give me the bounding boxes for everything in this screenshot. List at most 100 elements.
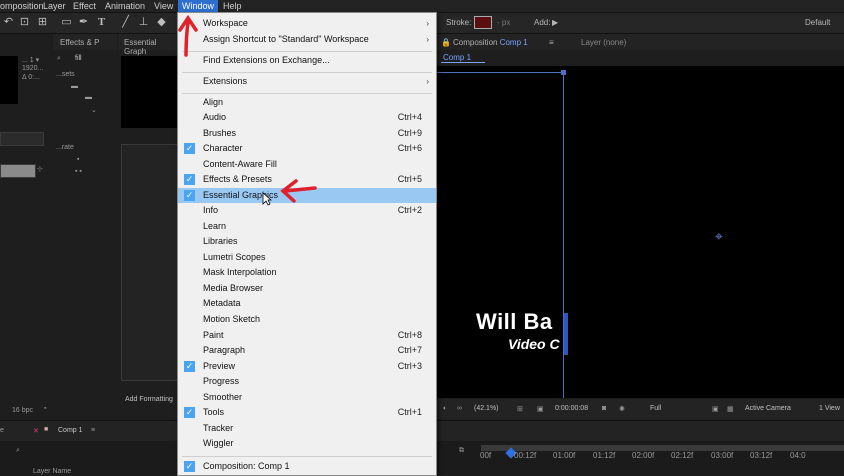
menu-animation[interactable]: Animation — [105, 1, 145, 11]
lock-icon[interactable]: 🔒 — [441, 38, 451, 47]
ruler-tick: 04:0 — [790, 451, 806, 460]
checkmark-icon: ✓ — [184, 461, 195, 472]
menu-item-libraries[interactable]: Libraries — [178, 234, 436, 249]
project-item-selected[interactable] — [0, 164, 36, 178]
menu-item-wiggler[interactable]: Wiggler — [178, 436, 436, 451]
comp-bounds-handle[interactable] — [561, 70, 566, 75]
chevron-down-icon[interactable]: ⌄ — [91, 106, 97, 114]
hamburger-icon[interactable]: ≡ — [549, 38, 554, 47]
tab-essential-graphics[interactable]: Essential Graph — [124, 38, 178, 56]
camera-tool-icon[interactable]: ⊡ — [18, 16, 31, 29]
resolution-dropdown[interactable]: Full — [650, 405, 661, 412]
flowchart-icon[interactable]: ⊹ — [37, 165, 43, 173]
view-layout-dropdown[interactable]: 1 View — [819, 405, 840, 412]
menu-window[interactable]: Window — [178, 0, 219, 12]
menu-item-shortcut: Ctrl+8 — [397, 330, 422, 340]
menu-item-character[interactable]: ✓ Character Ctrl+6 — [178, 141, 436, 156]
presets-folder[interactable]: ...sets — [56, 71, 75, 78]
menu-layer[interactable]: Layer — [43, 1, 66, 11]
menu-item-brushes[interactable]: Brushes Ctrl+9 — [178, 126, 436, 141]
type-tool-icon[interactable]: T — [95, 16, 108, 29]
comp-subtitle-text[interactable]: Video C — [508, 336, 560, 352]
menu-item-audio[interactable]: Audio Ctrl+4 — [178, 110, 436, 125]
brush-tool-icon[interactable]: ╱ — [119, 16, 132, 29]
menu-item-label: Paragraph — [203, 345, 246, 355]
menu-item-composition-comp-1[interactable]: ✓ Composition: Comp 1 — [178, 459, 436, 474]
menu-item-media-browser[interactable]: Media Browser — [178, 281, 436, 296]
pen-tool-icon[interactable]: ✒ — [77, 16, 90, 29]
menu-item-lumetri-scopes[interactable]: Lumetri Scopes — [178, 250, 436, 265]
menu-item-smoother[interactable]: Smoother — [178, 390, 436, 405]
menu-item-label: Tools — [203, 407, 225, 417]
camera-icon[interactable]: ◙ — [602, 405, 606, 412]
add-formatting-button[interactable]: Add Formatting — [125, 396, 173, 403]
menu-item-label: Effects & Presets — [203, 174, 272, 184]
menu-item-shortcut: Ctrl+3 — [397, 361, 422, 371]
hamburger-icon[interactable]: ≡ — [91, 427, 95, 434]
vr-icon[interactable]: ∞ — [457, 405, 462, 412]
pan-behind-tool-icon[interactable]: ⊞ — [36, 16, 49, 29]
menu-item-label: Learn — [203, 221, 227, 231]
menu-effect[interactable]: Effect — [73, 1, 96, 11]
anchor-point-icon[interactable]: ⌖ — [712, 229, 726, 243]
mask-icon[interactable]: ◐ — [443, 405, 447, 412]
menu-item-tools[interactable]: ✓ Tools Ctrl+1 — [178, 405, 436, 420]
menu-view[interactable]: View — [154, 1, 173, 11]
workspace-default[interactable]: Default — [805, 18, 830, 27]
color-wheel-icon[interactable]: ✺ — [619, 405, 625, 413]
layer-panel-tab[interactable]: Layer (none) — [581, 38, 626, 47]
menu-item-mask-interpolation[interactable]: Mask Interpolation — [178, 265, 436, 280]
close-icon[interactable]: ✕ — [33, 427, 39, 435]
stroke-width[interactable]: - px — [497, 18, 510, 27]
rotate-tool-icon[interactable]: ↶ — [2, 16, 15, 29]
zoom-level[interactable]: (42.1%) — [474, 405, 499, 412]
menu-item-assign-shortcut-to-standard-workspace[interactable]: Assign Shortcut to "Standard" Workspace › — [178, 32, 436, 47]
clone-stamp-tool-icon[interactable]: ⊥ — [137, 16, 150, 29]
menu-item-preview[interactable]: ✓ Preview Ctrl+3 — [178, 359, 436, 374]
menu-item-content-aware-fill[interactable]: Content-Aware Fill — [178, 157, 436, 172]
menu-item-paragraph[interactable]: Paragraph Ctrl+7 — [178, 343, 436, 358]
bpc-label[interactable]: 16 bpc — [12, 407, 33, 414]
search-icon[interactable]: ⌕ — [16, 447, 20, 455]
menu-item-metadata[interactable]: Metadata — [178, 296, 436, 311]
timeline-comp-tab[interactable]: Comp 1 — [58, 427, 83, 434]
menu-item-info[interactable]: Info Ctrl+2 — [178, 203, 436, 218]
comp-panel-tab[interactable]: Composition Comp 1 — [453, 38, 528, 47]
menu-help[interactable]: Help — [223, 1, 242, 11]
render-queue-tab-fragment[interactable]: e — [0, 427, 4, 434]
composition-viewer[interactable] — [437, 66, 844, 398]
menu-item-essential-graphics[interactable]: ✓ Essential Graphics — [178, 188, 436, 203]
essential-graphics-preview — [121, 56, 178, 128]
menu-item-tracker[interactable]: Tracker — [178, 421, 436, 436]
rate-folder[interactable]: ...rate — [56, 144, 74, 151]
project-search[interactable] — [0, 132, 44, 146]
trash-icon[interactable]: ▪ — [44, 405, 46, 412]
menu-item-align[interactable]: Align — [178, 95, 436, 110]
menu-item-motion-sketch[interactable]: Motion Sketch — [178, 312, 436, 327]
menu-composition[interactable]: omposition — [0, 1, 44, 11]
rectangle-tool-icon[interactable]: ▭ — [60, 16, 73, 29]
transparency-grid-icon[interactable]: ▦ — [727, 405, 734, 413]
fast-preview-icon[interactable]: ▣ — [712, 405, 719, 413]
comp-subtab[interactable]: Comp 1 — [441, 53, 486, 63]
menu-item-workspace[interactable]: Workspace › — [178, 16, 436, 31]
eraser-tool-icon[interactable]: ◆ — [155, 16, 168, 29]
menu-item-paint[interactable]: Paint Ctrl+8 — [178, 328, 436, 343]
current-timecode[interactable]: 0:00:00:08 — [555, 405, 588, 412]
tab-effects-presets[interactable]: Effects & P — [60, 38, 99, 47]
effects-search-input[interactable]: fill — [75, 55, 82, 62]
menu-item-label: Lumetri Scopes — [203, 252, 266, 262]
comp-title-text[interactable]: Will Ba — [476, 309, 553, 335]
menu-item-find-extensions-on-exchange[interactable]: Find Extensions on Exchange... — [178, 53, 436, 68]
grid-icon[interactable]: ⊞ — [517, 405, 523, 413]
menu-item-learn[interactable]: Learn — [178, 219, 436, 234]
region-icon[interactable]: ▣ — [537, 405, 544, 413]
essential-graphics-list[interactable] — [121, 144, 179, 381]
graph-editor-icon[interactable]: ⧉ — [459, 447, 464, 455]
add-dropdown-icon[interactable]: ▶ — [552, 18, 558, 27]
menu-item-effects-presets[interactable]: ✓ Effects & Presets Ctrl+5 — [178, 172, 436, 187]
camera-view-dropdown[interactable]: Active Camera — [745, 405, 791, 412]
stroke-color-swatch[interactable] — [474, 16, 492, 29]
menu-item-progress[interactable]: Progress — [178, 374, 436, 389]
menu-item-extensions[interactable]: Extensions › — [178, 74, 436, 89]
